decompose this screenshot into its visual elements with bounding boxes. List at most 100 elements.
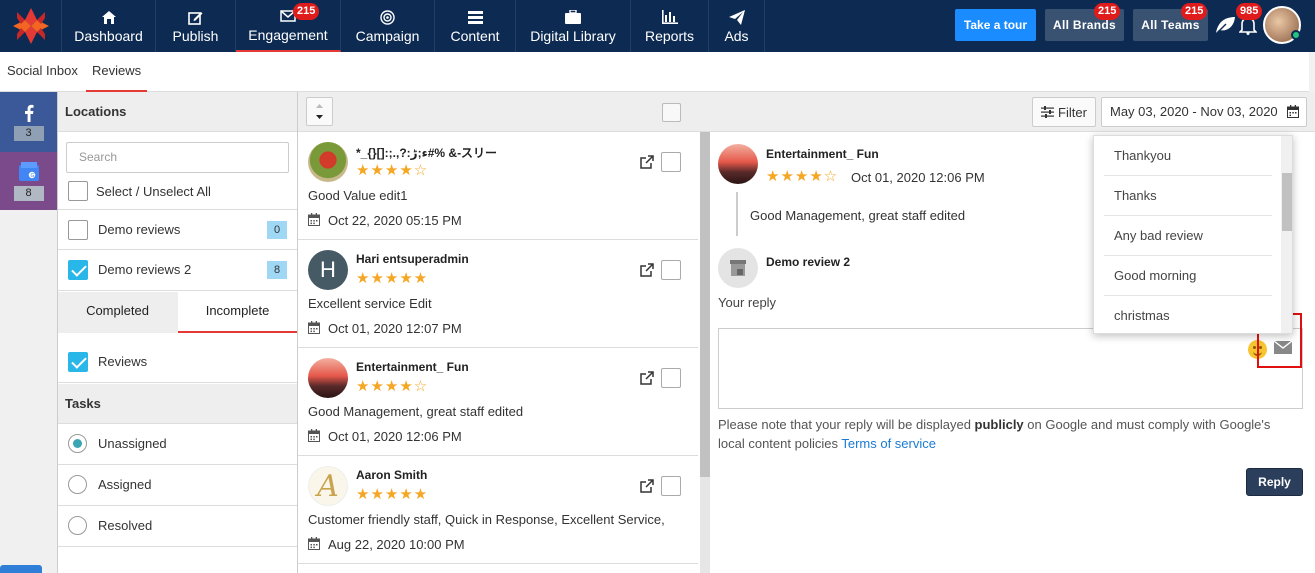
online-status-dot	[1291, 30, 1301, 40]
nav-ads[interactable]: Ads	[709, 0, 765, 52]
review-item[interactable]: *_{}[]:;.,?:ء;ڑ#% &-スリー ★★★★☆ Good Value…	[298, 132, 698, 240]
select-all-reviews-checkbox[interactable]	[662, 103, 681, 122]
reviewer-avatar	[718, 144, 758, 184]
facebook-count: 3	[13, 125, 44, 141]
review-list: *_{}[]:;.,?:ء;ڑ#% &-スリー ★★★★☆ Good Value…	[298, 92, 700, 573]
review-checkbox[interactable]	[661, 368, 681, 388]
calendar-icon	[308, 537, 320, 550]
filter-panel: Locations Search Select / Unselect All D…	[58, 92, 298, 573]
nav-content[interactable]: Content	[435, 0, 516, 52]
location-count: 0	[267, 221, 287, 239]
reviews-label: Reviews	[98, 354, 148, 369]
google-business-channel[interactable]: G 8	[0, 152, 57, 210]
task-radio[interactable]	[68, 516, 87, 535]
location-row[interactable]: Demo reviews 0	[58, 209, 297, 250]
saved-reply-item[interactable]: Any bad review	[1104, 216, 1272, 256]
notifications-badge: 985	[1236, 3, 1263, 20]
dropdown-scrollbar[interactable]	[1281, 136, 1292, 333]
store-icon	[730, 260, 746, 276]
review-text: Good Value edit1	[308, 188, 408, 203]
reply-button[interactable]: Reply	[1246, 468, 1303, 496]
saved-reply-item[interactable]: Thanks	[1104, 176, 1272, 216]
location-checkbox[interactable]	[68, 220, 88, 240]
task-radio[interactable]	[68, 434, 87, 453]
external-link-icon[interactable]	[640, 263, 654, 277]
reviewer-name: *_{}[]:;.,?:ء;ڑ#% &-スリー	[356, 146, 498, 160]
external-link-icon[interactable]	[640, 371, 654, 385]
take-tour-button[interactable]: Take a tour	[955, 9, 1036, 41]
tab-incomplete[interactable]: Incomplete	[178, 292, 297, 333]
reviewer-avatar	[308, 142, 348, 182]
brand-logo[interactable]	[0, 0, 62, 52]
review-checkbox[interactable]	[661, 152, 681, 172]
task-row[interactable]: Unassigned	[58, 424, 297, 465]
location-search-input[interactable]: Search	[66, 142, 289, 173]
business-avatar	[718, 248, 758, 288]
review-text: Good Management, great staff edited	[308, 404, 524, 419]
nav-label: Digital Library	[530, 28, 616, 44]
saved-reply-item[interactable]: christmas	[1104, 296, 1272, 333]
your-reply-label: Your reply	[718, 295, 777, 310]
review-item[interactable]: H Hari entsuperadmin ★★★★★ Excellent ser…	[298, 240, 698, 348]
nav-publish[interactable]: Publish	[156, 0, 236, 52]
task-row[interactable]: Resolved	[58, 506, 297, 547]
reviews-type-row[interactable]: Reviews	[58, 342, 297, 383]
nav-label: Engagement	[248, 27, 328, 43]
reviewer-avatar: A	[308, 466, 348, 506]
sliders-icon	[1041, 106, 1055, 118]
filter-button[interactable]: Filter	[1032, 97, 1096, 127]
filter-label: Filter	[1058, 104, 1087, 120]
select-all-checkbox[interactable]	[68, 181, 88, 201]
tasks-heading: Tasks	[58, 384, 297, 424]
tab-completed[interactable]: Completed	[58, 292, 177, 333]
review-date: Oct 01, 2020 12:06 PM	[328, 429, 462, 444]
teams-badge: 215	[1181, 3, 1208, 20]
review-item[interactable]: Entertainment_ Fun ★★★★☆ Good Management…	[298, 348, 698, 456]
leaf-icon[interactable]	[1214, 15, 1236, 38]
note-bold: publicly	[974, 417, 1024, 432]
tab-reviews[interactable]: Reviews	[86, 52, 148, 92]
star-rating: ★★★★★	[356, 486, 429, 503]
sort-button[interactable]	[306, 97, 333, 126]
svg-text:G: G	[30, 173, 34, 179]
status-tabs: Completed Incomplete	[58, 292, 297, 333]
task-row[interactable]: Assigned	[58, 465, 297, 506]
business-name: Demo review 2	[766, 255, 851, 269]
external-link-icon[interactable]	[640, 479, 654, 493]
bar-chart-icon	[661, 8, 678, 26]
review-checkbox[interactable]	[661, 476, 681, 496]
review-date: Oct 01, 2020 12:07 PM	[328, 321, 462, 336]
date-range-picker[interactable]: May 03, 2020 - Nov 03, 2020	[1101, 97, 1307, 127]
terms-of-service-link[interactable]: Terms of service	[841, 436, 936, 451]
external-link-icon[interactable]	[640, 155, 654, 169]
engagement-badge: 215	[293, 3, 320, 20]
target-icon	[380, 8, 395, 26]
review-list-scroll-thumb[interactable]	[700, 132, 710, 477]
location-label: Demo reviews	[98, 222, 181, 237]
nav-label: Content	[450, 28, 500, 44]
review-item[interactable]: A Aaron Smith ★★★★★ Customer friendly st…	[298, 456, 698, 564]
nav-reports[interactable]: Reports	[631, 0, 709, 52]
facebook-channel[interactable]: 3	[0, 92, 57, 152]
saved-reply-item[interactable]: Thankyou	[1104, 136, 1272, 176]
nav-digital-library[interactable]: Digital Library	[516, 0, 631, 52]
tab-social-inbox[interactable]: Social Inbox	[7, 52, 78, 92]
nav-dashboard[interactable]: Dashboard	[62, 0, 156, 52]
reviews-checkbox[interactable]	[68, 352, 88, 372]
location-row[interactable]: Demo reviews 2 8	[58, 250, 297, 291]
location-checkbox[interactable]	[68, 260, 88, 280]
chat-widget-edge[interactable]	[0, 565, 42, 573]
nav-engagement[interactable]: Engagement	[236, 0, 341, 52]
network-rail: 3 G 8	[0, 92, 58, 573]
nav-label: Ads	[724, 28, 749, 44]
review-text: Customer friendly staff, Quick in Respon…	[308, 512, 665, 527]
saved-reply-item[interactable]: Good morning	[1104, 256, 1272, 296]
reply-textarea[interactable]	[718, 328, 1303, 409]
home-icon	[101, 8, 116, 26]
sub-navbar: Social Inbox Reviews	[0, 52, 1315, 92]
nav-campaign[interactable]: Campaign	[341, 0, 435, 52]
dropdown-scroll-thumb[interactable]	[1282, 173, 1292, 231]
task-radio[interactable]	[68, 475, 87, 494]
nav-label: Campaign	[355, 28, 420, 44]
review-checkbox[interactable]	[661, 260, 681, 280]
